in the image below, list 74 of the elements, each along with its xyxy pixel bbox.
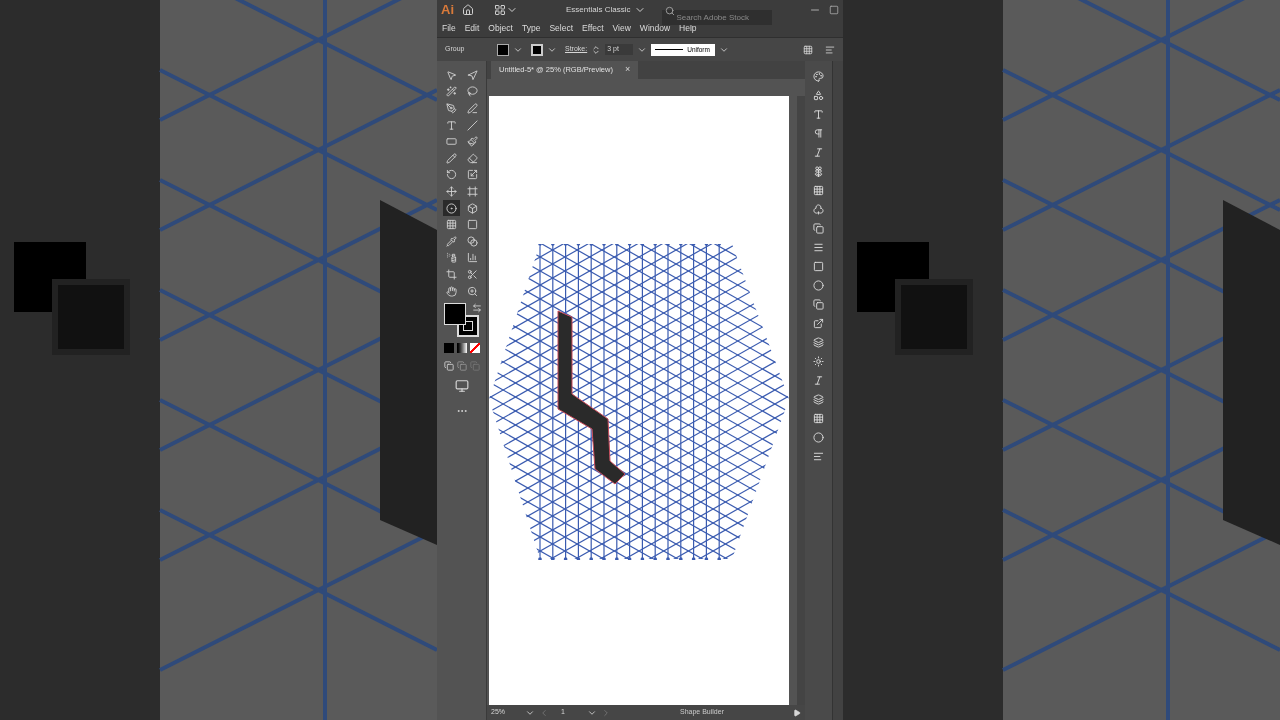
- menu-item[interactable]: Type: [521, 22, 541, 35]
- blend-icon: [466, 235, 478, 247]
- wand-icon: [445, 86, 457, 98]
- menu-item[interactable]: Edit: [464, 22, 480, 35]
- draw-mode-icon[interactable]: [456, 361, 467, 372]
- eyedropper-icon: [445, 235, 457, 247]
- app-logo: Ai: [441, 1, 454, 20]
- swatches-icon: [813, 184, 824, 196]
- menu-item[interactable]: Effect: [582, 22, 604, 35]
- color-button[interactable]: [443, 343, 454, 354]
- pointer-icon: [445, 69, 457, 81]
- align-icon: [813, 450, 824, 462]
- character-icon: [813, 108, 824, 120]
- menu-item[interactable]: File: [442, 22, 456, 35]
- gradient-button[interactable]: [456, 343, 467, 354]
- glyph-icon: [813, 146, 824, 158]
- search-field[interactable]: Search Adobe Stock: [662, 9, 773, 25]
- palette-icon: [813, 70, 824, 82]
- menu-item[interactable]: View: [612, 22, 631, 35]
- screen-mode-icon[interactable]: [454, 379, 469, 394]
- panel-button[interactable]: [811, 183, 826, 197]
- maximize-icon[interactable]: [829, 5, 839, 15]
- swap-icon[interactable]: [471, 303, 482, 314]
- draw-mode-icon[interactable]: [443, 361, 454, 372]
- perspective-icon: [466, 202, 478, 214]
- none-button[interactable]: [469, 343, 480, 354]
- arrow-icon: [466, 69, 478, 81]
- rectangle-icon: [445, 136, 457, 148]
- pen-icon: [445, 103, 457, 114]
- panel-button[interactable]: [811, 69, 826, 83]
- move-icon: [445, 185, 457, 197]
- panel-button[interactable]: [811, 316, 826, 330]
- fill-swatch[interactable]: [497, 43, 509, 56]
- stroke-swatch[interactable]: [531, 43, 543, 56]
- export-icon: [813, 317, 824, 329]
- pencil-icon: [445, 152, 457, 164]
- line-icon: [466, 119, 478, 131]
- align-icon[interactable]: [825, 44, 835, 55]
- home-icon[interactable]: [462, 4, 474, 16]
- menu-item[interactable]: Window: [639, 22, 671, 35]
- menu-item[interactable]: Help: [679, 22, 697, 35]
- grid-icon: [494, 4, 506, 16]
- club-icon: [813, 203, 824, 215]
- zoom-icon: [466, 285, 478, 297]
- type-icon: [445, 119, 457, 131]
- pen-curve-icon: [466, 103, 478, 114]
- fill-color-swatch[interactable]: [443, 303, 466, 326]
- layout-button[interactable]: [494, 4, 518, 16]
- panel-button[interactable]: [811, 335, 826, 349]
- layers-icon: [813, 336, 824, 348]
- panel-button[interactable]: [811, 202, 826, 216]
- grid-icon[interactable]: [803, 44, 813, 55]
- search-icon: [665, 5, 676, 16]
- menu-item[interactable]: Object: [488, 22, 513, 35]
- lasso-icon: [466, 86, 478, 98]
- panel-button[interactable]: [811, 107, 826, 121]
- scale-icon: [466, 169, 478, 181]
- hand-icon: [445, 285, 457, 297]
- menu-item[interactable]: Select: [549, 22, 573, 35]
- graph-icon: [466, 252, 478, 264]
- spinner-icon[interactable]: [591, 44, 602, 55]
- close-icon[interactable]: ×: [624, 63, 631, 77]
- shapes-icon: [813, 89, 824, 101]
- brush-icon: [466, 136, 478, 148]
- paragraph-icon: [813, 127, 824, 139]
- rotate-icon: [445, 169, 457, 181]
- tool-button[interactable]: [442, 199, 460, 217]
- workspace-dropdown[interactable]: Essentials Classic: [566, 4, 647, 16]
- eraser-icon: [466, 152, 478, 164]
- flower-icon: [813, 165, 824, 177]
- mesh-icon: [445, 219, 457, 231]
- play-icon[interactable]: [793, 708, 801, 717]
- panel-button[interactable]: [811, 88, 826, 102]
- spray-icon: [445, 252, 457, 264]
